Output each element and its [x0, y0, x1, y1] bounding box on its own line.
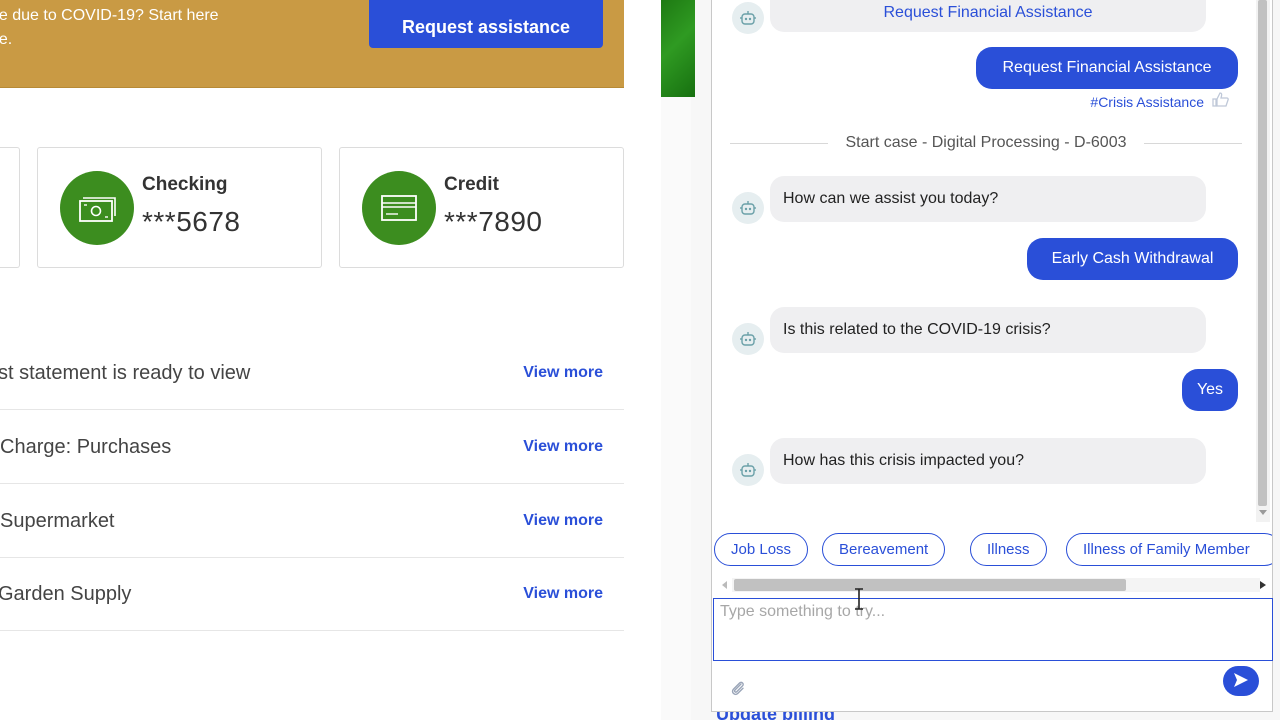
scroll-down-arrow-icon[interactable]	[1259, 510, 1267, 515]
bot-avatar-icon	[732, 192, 764, 224]
chat-widget: Request Financial Assistance Request Fin…	[711, 0, 1273, 712]
notification-text: Charge: Purchases	[0, 436, 172, 458]
green-header-strip	[661, 0, 695, 97]
user-message: Request Financial Assistance	[976, 47, 1238, 89]
scroll-right-arrow-icon[interactable]	[1260, 581, 1266, 589]
notification-row: Charge: Purchases View more	[0, 410, 624, 484]
covid-assistance-banner: nce due to COVID-19? Start here nce. Req…	[0, 0, 624, 88]
account-number: ***5678	[142, 206, 241, 237]
send-arrow-icon	[1232, 672, 1250, 691]
chip-bereavement[interactable]: Bereavement	[822, 533, 946, 566]
paperclip-icon[interactable]	[728, 679, 748, 699]
scroll-left-arrow-icon[interactable]	[722, 581, 727, 589]
chip-illness-of-family-member[interactable]: Illness of Family Member	[1066, 533, 1272, 566]
cash-icon	[60, 171, 134, 245]
account-card-credit[interactable]: Credit ***7890	[339, 147, 624, 268]
request-assistance-button[interactable]: Request assistance	[369, 0, 603, 48]
notification-text: Supermarket	[0, 510, 115, 532]
account-label: Credit	[444, 174, 499, 195]
quick-reply-chips: Job Loss Bereavement Illness Illness of …	[712, 533, 1272, 569]
chips-scrollbar-horizontal[interactable]	[720, 578, 1272, 592]
banner-text: nce due to COVID-19? Start here nce.	[0, 4, 330, 52]
background-strip	[661, 97, 691, 720]
view-more-link[interactable]: View more	[523, 512, 603, 530]
tag-line: #Crisis Assistance	[1090, 92, 1230, 111]
divider-text: Start case - Digital Processing - D-6003	[845, 134, 1127, 151]
chip-job-loss[interactable]: Job Loss	[714, 533, 809, 566]
thumbs-up-icon[interactable]	[1212, 92, 1230, 111]
chat-message-input[interactable]	[713, 598, 1273, 661]
notification-row: Garden Supply View more	[0, 557, 624, 631]
bot-avatar-icon	[732, 323, 764, 355]
notification-row: Supermarket View more	[0, 484, 624, 558]
account-number: ***7890	[444, 206, 543, 237]
chip-illness[interactable]: Illness	[970, 533, 1047, 566]
crisis-assistance-tag[interactable]: #Crisis Assistance	[1090, 94, 1204, 110]
bot-message: How has this crisis impacted you?	[770, 438, 1206, 484]
account-label: Checking	[142, 174, 228, 195]
notification-text: st statement is ready to view	[0, 362, 251, 384]
send-button[interactable]	[1223, 666, 1259, 696]
credit-card-icon	[362, 171, 436, 245]
bot-message-link[interactable]: Request Financial Assistance	[770, 0, 1206, 32]
scrollbar-thumb[interactable]	[1258, 0, 1267, 506]
user-message: Early Cash Withdrawal	[1027, 238, 1238, 280]
case-divider: Start case - Digital Processing - D-6003	[730, 128, 1242, 160]
bot-avatar-icon	[732, 454, 764, 486]
notification-row: st statement is ready to view View more	[0, 336, 624, 410]
banner-line-1: nce due to COVID-19? Start here	[0, 7, 219, 24]
view-more-link[interactable]: View more	[523, 438, 603, 456]
view-more-link[interactable]: View more	[523, 364, 603, 382]
account-card-checking[interactable]: Checking ***5678	[37, 147, 322, 268]
screen: nce due to COVID-19? Start here nce. Req…	[0, 0, 1280, 720]
user-message: Yes	[1182, 369, 1238, 411]
banking-page: nce due to COVID-19? Start here nce. Req…	[0, 0, 661, 720]
bot-message: Is this related to the COVID-19 crisis?	[770, 307, 1206, 353]
bot-avatar-icon	[732, 2, 764, 34]
bot-message: How can we assist you today?	[770, 176, 1206, 222]
view-more-link[interactable]: View more	[523, 585, 603, 603]
banner-line-2: nce.	[0, 31, 13, 48]
notification-text: Garden Supply	[0, 583, 132, 605]
text-cursor-icon	[853, 588, 865, 610]
scrollbar-thumb[interactable]	[734, 579, 1126, 591]
chat-scrollbar-vertical[interactable]	[1256, 0, 1270, 522]
account-card-partial[interactable]	[0, 147, 20, 268]
